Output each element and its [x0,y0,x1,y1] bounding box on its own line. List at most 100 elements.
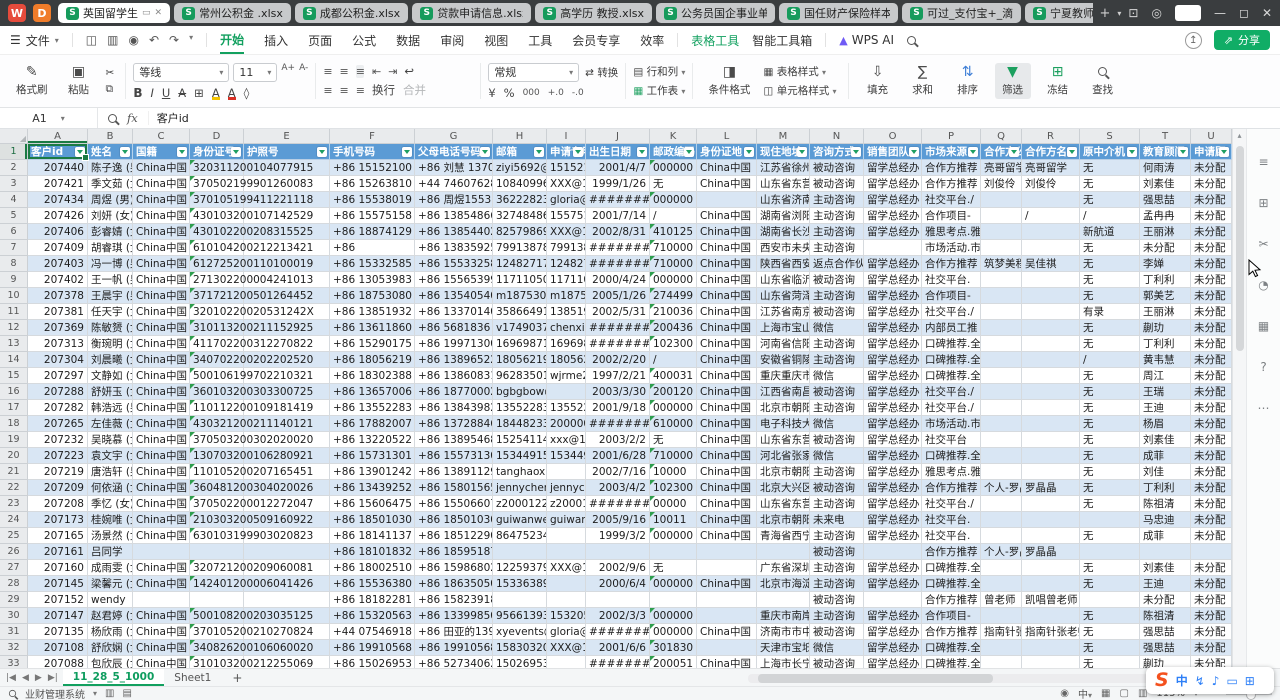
cell-U31[interactable]: 未分配 [1191,624,1232,640]
cell-K33[interactable]: 200051 [650,656,697,668]
cell-P15[interactable]: 口碑推荐.全 [922,368,981,384]
cell-N15[interactable]: 微信 [810,368,864,384]
cell-A12[interactable]: 207369 [28,320,88,336]
sum-button[interactable]: ∑ 求和 [905,63,941,99]
cell-L9[interactable]: China中国 [697,272,757,288]
cell-C17[interactable]: China中国 [133,400,190,416]
cell-P20[interactable]: 口碑推荐.全 [922,448,981,464]
thousands-button[interactable]: 000 [523,88,540,98]
cell-Q11[interactable] [981,304,1022,320]
filter-dropdown-icon[interactable] [1127,147,1137,157]
cell-I6[interactable]: XXX@163. [547,224,586,240]
cell-P18[interactable]: 市场活动.市 [922,416,981,432]
wps-logo-icon[interactable]: W [8,4,26,22]
cell-P5[interactable]: 合作项目- [922,208,981,224]
comment-icon[interactable]: ▭ [142,8,151,18]
filter-dropdown-icon[interactable] [1009,147,1019,157]
cell-J30[interactable]: 2002/3/3 [586,608,650,624]
cell-M22[interactable]: 北京大兴区 [757,480,810,496]
tab-页面[interactable]: 页面 [308,26,332,54]
cell-G17[interactable]: +86 13843982452 [415,400,493,416]
layout-switch-icon[interactable]: ⊡ [1128,6,1138,20]
font-size-select[interactable]: 11 ▾ [233,63,277,82]
cell-J17[interactable]: 2001/9/18 [586,400,650,416]
cell-F6[interactable]: +86 18874129 [330,224,415,240]
cell-I21[interactable] [547,464,586,480]
cell-T2[interactable]: 何雨涛 [1140,160,1191,176]
new-tab-button[interactable]: + [1100,6,1111,21]
cell-F33[interactable]: +86 15026953 [330,656,415,668]
cell-M13[interactable]: 河南省信阳 [757,336,810,352]
cell-M27[interactable]: 广东省深圳 [757,560,810,576]
cell-A24[interactable]: 207173 [28,512,88,528]
cell-T20[interactable]: 成菲 [1140,448,1191,464]
cell-P8[interactable]: 合作方推荐 [922,256,981,272]
cell-M10[interactable]: 山东省菏泽 [757,288,810,304]
percent-button[interactable]: % [504,86,515,100]
cell-K27[interactable]: 无 [650,560,697,576]
cell-F19[interactable]: +86 13220522 [330,432,415,448]
cell-Q31[interactable]: 指南针张老 [981,624,1022,640]
cell-L15[interactable]: China中国 [697,368,757,384]
cell-N11[interactable]: 被动咨询 [810,304,864,320]
cell-S31[interactable]: 无 [1080,624,1140,640]
cell-B27[interactable]: 成雨雯 (女 [88,560,133,576]
cell-T13[interactable]: 丁利利 [1140,336,1191,352]
cell-I4[interactable]: gloria@uk [547,192,586,208]
cell-M17[interactable]: 北京市朝阳 [757,400,810,416]
cell-D21[interactable]: 110105200207165451 [190,464,244,480]
status-grid-icon[interactable]: ▥ [105,688,114,699]
cell-J28[interactable]: 2000/6/4 [586,576,650,592]
cell-J12[interactable]: ######## [586,320,650,336]
cell-K3[interactable]: 无 [650,176,697,192]
cell-I23[interactable]: z20001227 [547,496,586,512]
cell-N4[interactable]: 主动咨询 [810,192,864,208]
col-header-O[interactable]: O [864,129,922,144]
header-cell-D1[interactable]: 身份证号 [190,144,244,160]
sheet-nav-last[interactable]: ▶| [48,673,58,683]
ime-mode-chinese[interactable]: 中 [1176,672,1188,689]
cell-Q33[interactable] [981,656,1022,668]
quickbar-chevron-icon[interactable]: ▾ [189,33,193,47]
row-header-13[interactable]: 13 [0,336,28,352]
cell-A29[interactable]: 207152 [28,592,88,608]
cell-J13[interactable]: ######## [586,336,650,352]
header-cell-G1[interactable]: 父母电话号码 [415,144,493,160]
cell-G13[interactable]: +86 19971300890 [415,336,493,352]
cell-K5[interactable]: / [650,208,697,224]
cell-J15[interactable]: 1997/2/21 [586,368,650,384]
cell-P2[interactable]: 合作方推荐 [922,160,981,176]
row-header-8[interactable]: 8 [0,256,28,272]
tab-视图[interactable]: 视图 [484,26,508,54]
cell-P24[interactable]: 社交平台. [922,512,981,528]
cell-R23[interactable] [1022,496,1080,512]
cell-P16[interactable]: 社交平台./ [922,384,981,400]
cell-U4[interactable]: 未分配 [1191,192,1232,208]
cell-A4[interactable]: 207434 [28,192,88,208]
cell-P10[interactable]: 合作项目- [922,288,981,304]
row-header-22[interactable]: 22 [0,480,28,496]
cell-H29[interactable] [493,592,547,608]
cell-R19[interactable] [1022,432,1080,448]
cell-B20[interactable]: 袁文宇 (女 [88,448,133,464]
header-cell-J1[interactable]: 出生日期 [586,144,650,160]
cell-J9[interactable]: 2000/4/24 [586,272,650,288]
document-tab[interactable]: S公务员国企事业单 [656,3,775,23]
number-format-select[interactable]: 常规 ▾ [488,63,579,82]
cell-T31[interactable]: 强思喆 [1140,624,1191,640]
cell-M11[interactable]: 江苏省南京 [757,304,810,320]
undo-button[interactable]: ↶ [149,33,159,47]
cell-G19[interactable]: +86 13895468251 [415,432,493,448]
header-cell-L1[interactable]: 身份证地 [697,144,757,160]
document-tab[interactable]: S常州公积金 .xlsx [174,3,291,23]
col-header-J[interactable]: J [586,129,650,144]
cell-Q23[interactable] [981,496,1022,512]
cell-U27[interactable]: 未分配 [1191,560,1232,576]
cell-D5[interactable]: 430103200107142529 [190,208,244,224]
cell-A21[interactable]: 207219 [28,464,88,480]
cell-N2[interactable]: 被动咨询 [810,160,864,176]
cell-K19[interactable]: 无 [650,432,697,448]
cell-C31[interactable]: China中国 [133,624,190,640]
formula-content[interactable]: 客户id [149,110,189,126]
cell-C10[interactable]: China中国 [133,288,190,304]
